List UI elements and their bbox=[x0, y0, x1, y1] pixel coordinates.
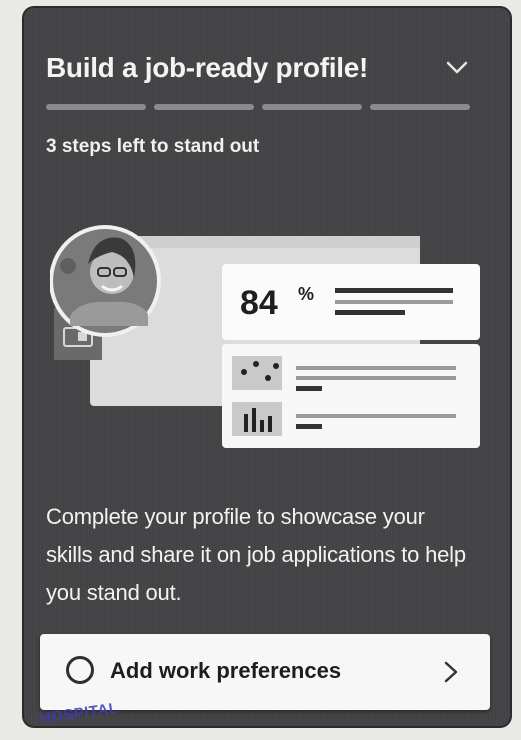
scatter-thumbnail-icon bbox=[232, 356, 282, 390]
avatar bbox=[50, 225, 161, 337]
chevron-down-icon[interactable] bbox=[442, 52, 472, 82]
chevron-right-icon bbox=[444, 661, 458, 683]
card-subtitle: 3 steps left to stand out bbox=[46, 136, 260, 157]
profile-card: Build a job-ready profile! 3 steps left … bbox=[22, 6, 512, 728]
card-description: Complete your profile to showcase your s… bbox=[46, 504, 466, 605]
progress-segment bbox=[46, 104, 146, 110]
add-work-preferences-button[interactable]: Add work preferences bbox=[40, 634, 490, 710]
radio-circle-icon[interactable] bbox=[66, 656, 94, 684]
progress-segment bbox=[154, 104, 254, 110]
profile-percent: 84 bbox=[240, 284, 278, 322]
card-title: Build a job-ready profile! bbox=[46, 52, 369, 83]
progress-segment bbox=[370, 104, 470, 110]
bar-thumbnail-icon bbox=[232, 402, 282, 436]
action-label: Add work preferences bbox=[110, 658, 342, 683]
profile-percent-sign: % bbox=[298, 284, 314, 304]
progress-segment bbox=[262, 104, 362, 110]
progress-segments bbox=[46, 104, 470, 110]
profile-illustration: 84 % bbox=[50, 225, 480, 448]
